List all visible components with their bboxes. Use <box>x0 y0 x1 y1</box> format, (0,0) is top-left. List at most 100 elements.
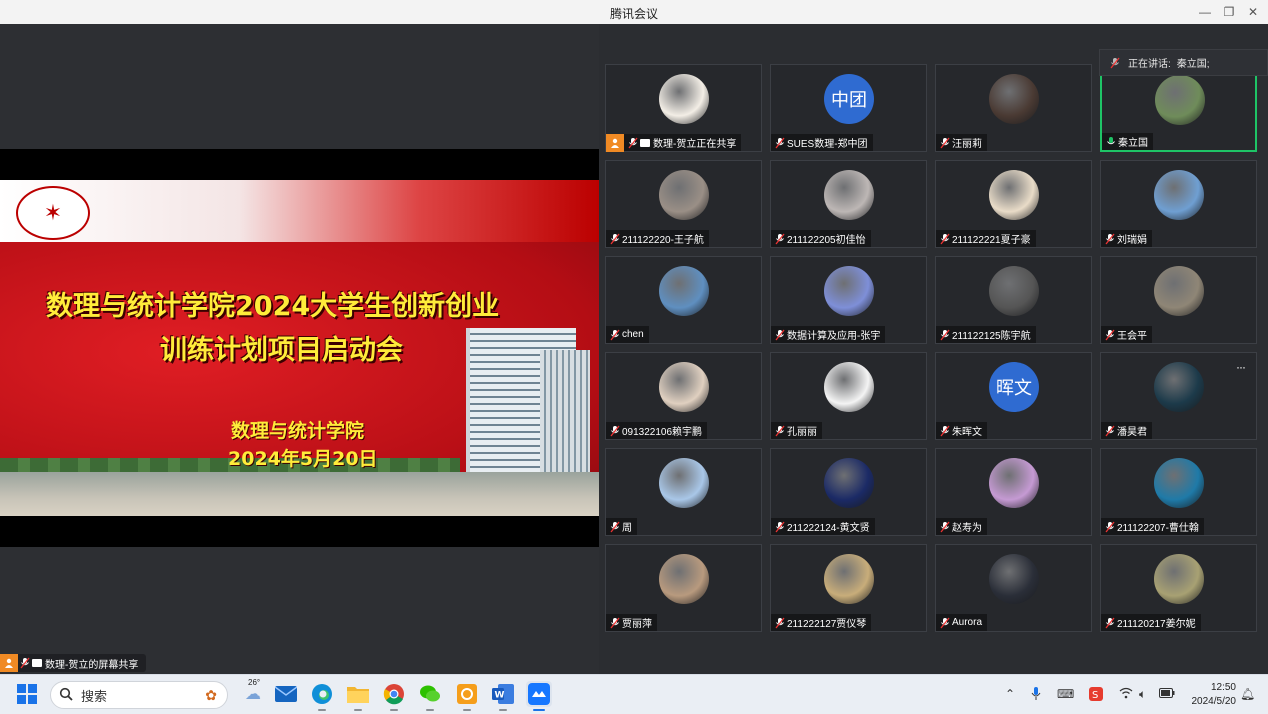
participant-name: 211122207-曹仕翰 <box>1117 523 1199 534</box>
screen-share-label: 数理-贺立的屏幕共享 <box>0 654 147 672</box>
battery-icon[interactable] <box>1159 687 1175 701</box>
participant-tile[interactable]: chen <box>605 256 762 344</box>
app-orange-button[interactable] <box>454 681 480 711</box>
participant-name: 汪丽莉 <box>952 139 982 150</box>
wifi-icon[interactable] <box>1119 687 1133 702</box>
participant-tile[interactable]: Aurora <box>935 544 1092 632</box>
slide-ground <box>0 472 599 516</box>
participant-avatar <box>989 170 1039 220</box>
participant-name-label: 211122221夏子豪 <box>936 230 1036 247</box>
participant-tile[interactable]: 周 <box>605 448 762 536</box>
participant-tile[interactable]: 汪丽莉 <box>935 64 1092 152</box>
participant-name: 王会平 <box>1117 331 1147 342</box>
mic-muted-icon <box>1105 521 1115 533</box>
participant-name: 211122205初佳怡 <box>787 235 866 246</box>
participant-name: Aurora <box>952 617 983 628</box>
participant-avatar: 中团 <box>824 74 874 124</box>
tencent-meeting-button[interactable] <box>526 681 552 711</box>
participant-name-label: 赵寿为 <box>936 518 987 535</box>
participant-tile[interactable]: 秦立国 <box>1100 64 1257 152</box>
app-tray-icon[interactable]: S <box>1089 687 1103 704</box>
participant-avatar <box>824 170 874 220</box>
close-button[interactable]: ✕ <box>1244 3 1262 21</box>
participant-avatar <box>659 170 709 220</box>
participant-tile[interactable]: 王会平 <box>1100 256 1257 344</box>
presentation-slide: ✶ 数理与统计学院2024大学生创新创业 训练计划项目启动会 数理与统计学院 2… <box>0 180 599 516</box>
running-indicator <box>318 709 326 711</box>
participant-tile[interactable]: 孔丽丽 <box>770 352 927 440</box>
participant-name: 朱晖文 <box>952 427 982 438</box>
participant-tile[interactable]: 中团 SUES数理-郑中团 <box>770 64 927 152</box>
search-placeholder: 搜索 <box>81 688 108 704</box>
participant-tile[interactable]: 贾丽萍 <box>605 544 762 632</box>
participant-tile[interactable]: 晖文 朱晖文 <box>935 352 1092 440</box>
participant-avatar <box>1154 554 1204 604</box>
participant-avatar <box>1154 170 1204 220</box>
mic-muted-icon <box>628 137 638 149</box>
participant-avatar <box>659 458 709 508</box>
participant-tile[interactable]: 潘昊君 <box>1100 352 1257 440</box>
person-icon <box>0 654 18 672</box>
mail-app-button[interactable] <box>273 681 299 707</box>
mic-muted-icon <box>20 657 30 669</box>
speaker-icon[interactable]: 🔈︎ <box>1139 687 1146 702</box>
taskbar-search[interactable]: 搜索 ✿ <box>50 681 228 709</box>
minimize-button[interactable]: — <box>1196 3 1214 21</box>
participant-tile[interactable]: 211222127贾仪琴 <box>770 544 927 632</box>
mic-muted-icon <box>940 617 950 629</box>
participant-tile[interactable]: 211120217姜尔妮 <box>1100 544 1257 632</box>
participant-name-label: 潘昊君 <box>1101 422 1152 439</box>
participant-tile[interactable]: 211222124-黄文贤 <box>770 448 927 536</box>
restore-button[interactable]: ❐ <box>1220 3 1238 21</box>
folder-icon <box>347 687 369 703</box>
participant-avatar <box>989 74 1039 124</box>
participant-name: 贾丽萍 <box>622 619 652 630</box>
participant-name: 091322106赖宇鹏 <box>622 427 703 438</box>
window-titlebar: 腾讯会议 — ❐ ✕ <box>0 0 1268 24</box>
speaking-name: 秦立国; <box>1176 59 1210 70</box>
notification-bell-icon[interactable]: 🔔︎ <box>1240 687 1255 701</box>
participant-tile[interactable]: 211122205初佳怡 <box>770 160 927 248</box>
weather-widget[interactable]: ☁ 26° <box>238 678 268 707</box>
edge-browser-button[interactable] <box>309 681 335 711</box>
participant-name-label: 孔丽丽 <box>771 422 822 439</box>
participant-tile[interactable]: 赵寿为 <box>935 448 1092 536</box>
avatar-initials: 中团 <box>831 90 867 110</box>
clock-time: 12:50 <box>1210 682 1236 693</box>
speaking-indicator: 正在讲话: 秦立国; <box>1099 49 1268 76</box>
participant-tile[interactable]: 数据计算及应用-张宇 <box>770 256 927 344</box>
university-logo: ✶ <box>16 186 90 240</box>
more-options-button[interactable]: ··· <box>1236 360 1246 374</box>
participant-tile[interactable]: 211122220-王子航 <box>605 160 762 248</box>
participant-tile[interactable]: 211122221夏子豪 <box>935 160 1092 248</box>
participant-avatar <box>989 458 1039 508</box>
screen-share-icon <box>32 659 42 667</box>
participant-name: 刘瑞娟 <box>1117 235 1147 246</box>
system-clock[interactable]: 12:50 2024/5/20 <box>1184 681 1237 709</box>
mic-muted-icon <box>1105 233 1115 245</box>
screen-share-icon <box>640 138 650 147</box>
mic-muted-icon <box>775 521 785 533</box>
participant-name-label: 朱晖文 <box>936 422 987 439</box>
participant-tile[interactable]: 211122125陈宇航 <box>935 256 1092 344</box>
microphone-icon[interactable] <box>1031 687 1041 704</box>
participant-name: 211120217姜尔妮 <box>1117 619 1196 630</box>
wechat-button[interactable] <box>417 681 443 711</box>
mic-muted-icon <box>775 233 785 245</box>
chevron-up-icon[interactable]: ⌃ <box>1005 687 1015 701</box>
mic-muted-icon <box>775 617 785 629</box>
participant-name-label: 211222124-黄文贤 <box>771 518 875 535</box>
word-button[interactable]: W <box>490 681 516 711</box>
participant-tile[interactable]: 刘瑞娟 <box>1100 160 1257 248</box>
participant-tile[interactable]: 211122207-曹仕翰 <box>1100 448 1257 536</box>
input-method-icon[interactable]: ⌨ <box>1057 687 1074 701</box>
participant-name-label: 贾丽萍 <box>606 614 657 631</box>
participant-tile[interactable]: 数理-贺立正在共享 <box>605 64 762 152</box>
file-explorer-button[interactable] <box>345 681 371 711</box>
participant-avatar <box>824 362 874 412</box>
weather-temp: 26° <box>248 678 261 687</box>
chrome-button[interactable] <box>381 681 407 711</box>
start-button[interactable] <box>14 681 40 707</box>
participant-grid: 数理-贺立正在共享 中团 SUES数理-郑中团 汪丽莉 秦立国 211122220-王子航… <box>599 24 1268 674</box>
participant-tile[interactable]: 091322106赖宇鹏 <box>605 352 762 440</box>
